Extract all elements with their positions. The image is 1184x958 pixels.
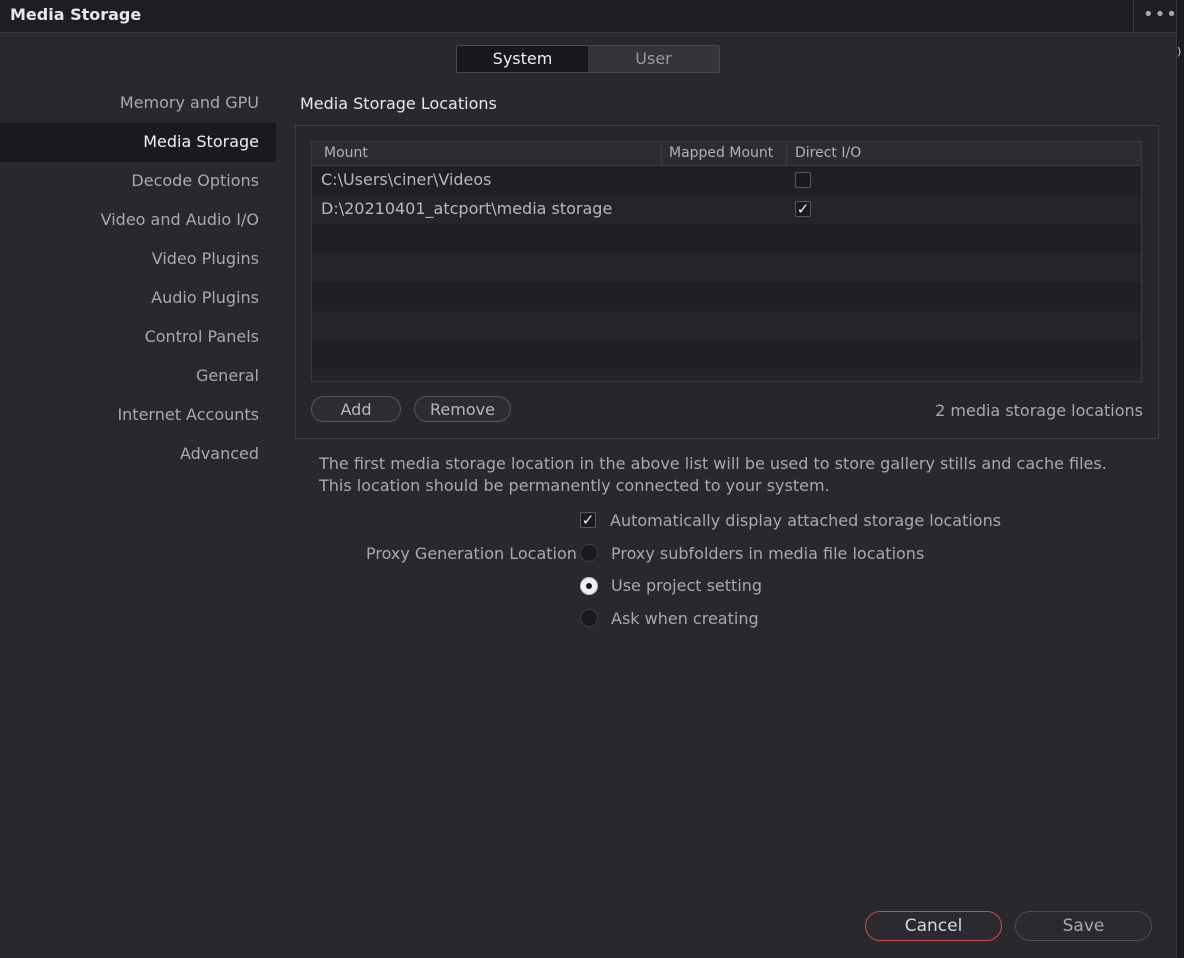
sidebar-item-decode-options[interactable]: Decode Options bbox=[0, 162, 276, 201]
sidebar: Memory and GPU Media Storage Decode Opti… bbox=[0, 84, 276, 474]
sidebar-item-internet-accounts[interactable]: Internet Accounts bbox=[0, 396, 276, 435]
sidebar-item-video-and-audio-io[interactable]: Video and Audio I/O bbox=[0, 201, 276, 240]
empty-row bbox=[312, 369, 1141, 381]
direct-io-checkbox[interactable]: ✓ bbox=[795, 201, 811, 217]
remove-button[interactable]: Remove bbox=[414, 396, 511, 422]
location-count: 2 media storage locations bbox=[935, 401, 1143, 420]
window-title: Media Storage bbox=[10, 5, 142, 24]
cache-location-note: The first media storage location in the … bbox=[319, 454, 1107, 495]
empty-row bbox=[312, 340, 1141, 369]
title-bar: Media Storage ••• bbox=[0, 0, 1178, 33]
system-user-toggle: System User bbox=[456, 45, 720, 73]
tab-user[interactable]: User bbox=[588, 46, 719, 72]
empty-row bbox=[312, 224, 1141, 253]
more-horizontal-icon: ••• bbox=[1143, 4, 1178, 25]
auto-display-checkbox[interactable]: ✓ bbox=[580, 512, 596, 528]
sidebar-item-control-panels[interactable]: Control Panels bbox=[0, 318, 276, 357]
table-row[interactable]: D:\20210401_atcport\media storage ✓ bbox=[312, 195, 1141, 224]
media-storage-panel: Mount Mapped Mount Direct I/O C:\Users\c… bbox=[295, 125, 1159, 439]
auto-display-label[interactable]: Automatically display attached storage l… bbox=[610, 511, 1001, 530]
sidebar-item-video-plugins[interactable]: Video Plugins bbox=[0, 240, 276, 279]
media-storage-table: Mount Mapped Mount Direct I/O C:\Users\c… bbox=[311, 141, 1142, 382]
column-header-mapped-mount[interactable]: Mapped Mount bbox=[662, 142, 787, 165]
right-edge-panel: ) bbox=[1176, 0, 1184, 958]
table-header: Mount Mapped Mount Direct I/O bbox=[312, 142, 1141, 166]
sidebar-item-memory-and-gpu[interactable]: Memory and GPU bbox=[0, 84, 276, 123]
table-row[interactable]: C:\Users\ciner\Videos bbox=[312, 166, 1141, 195]
mount-path: D:\20210401_atcport\media storage bbox=[321, 199, 613, 218]
radio-label-ask-when-creating[interactable]: Ask when creating bbox=[611, 609, 759, 628]
empty-row bbox=[312, 311, 1141, 340]
empty-row bbox=[312, 282, 1141, 311]
direct-io-checkbox[interactable] bbox=[795, 172, 811, 188]
sidebar-item-general[interactable]: General bbox=[0, 357, 276, 396]
mount-path: C:\Users\ciner\Videos bbox=[321, 170, 492, 189]
proxy-generation-label: Proxy Generation Location bbox=[366, 544, 577, 563]
add-button[interactable]: Add bbox=[311, 396, 401, 422]
section-title: Media Storage Locations bbox=[300, 94, 497, 113]
radio-label-proxy-subfolders[interactable]: Proxy subfolders in media file locations bbox=[611, 544, 924, 563]
radio-label-use-project-setting[interactable]: Use project setting bbox=[611, 576, 762, 595]
empty-row bbox=[312, 253, 1141, 282]
edge-glyph: ) bbox=[1177, 45, 1182, 58]
cancel-button[interactable]: Cancel bbox=[865, 911, 1002, 941]
more-options-button[interactable]: ••• bbox=[1133, 0, 1178, 32]
column-header-mount[interactable]: Mount bbox=[312, 142, 662, 165]
sidebar-item-audio-plugins[interactable]: Audio Plugins bbox=[0, 279, 276, 318]
sidebar-item-advanced[interactable]: Advanced bbox=[0, 435, 276, 474]
radio-ask-when-creating[interactable] bbox=[580, 609, 598, 627]
save-button[interactable]: Save bbox=[1015, 911, 1152, 941]
radio-use-project-setting[interactable] bbox=[580, 577, 598, 595]
tab-system[interactable]: System bbox=[457, 46, 588, 72]
column-header-direct-io[interactable]: Direct I/O bbox=[787, 142, 1141, 165]
sidebar-item-media-storage[interactable]: Media Storage bbox=[0, 123, 276, 162]
radio-proxy-subfolders[interactable] bbox=[580, 544, 598, 562]
